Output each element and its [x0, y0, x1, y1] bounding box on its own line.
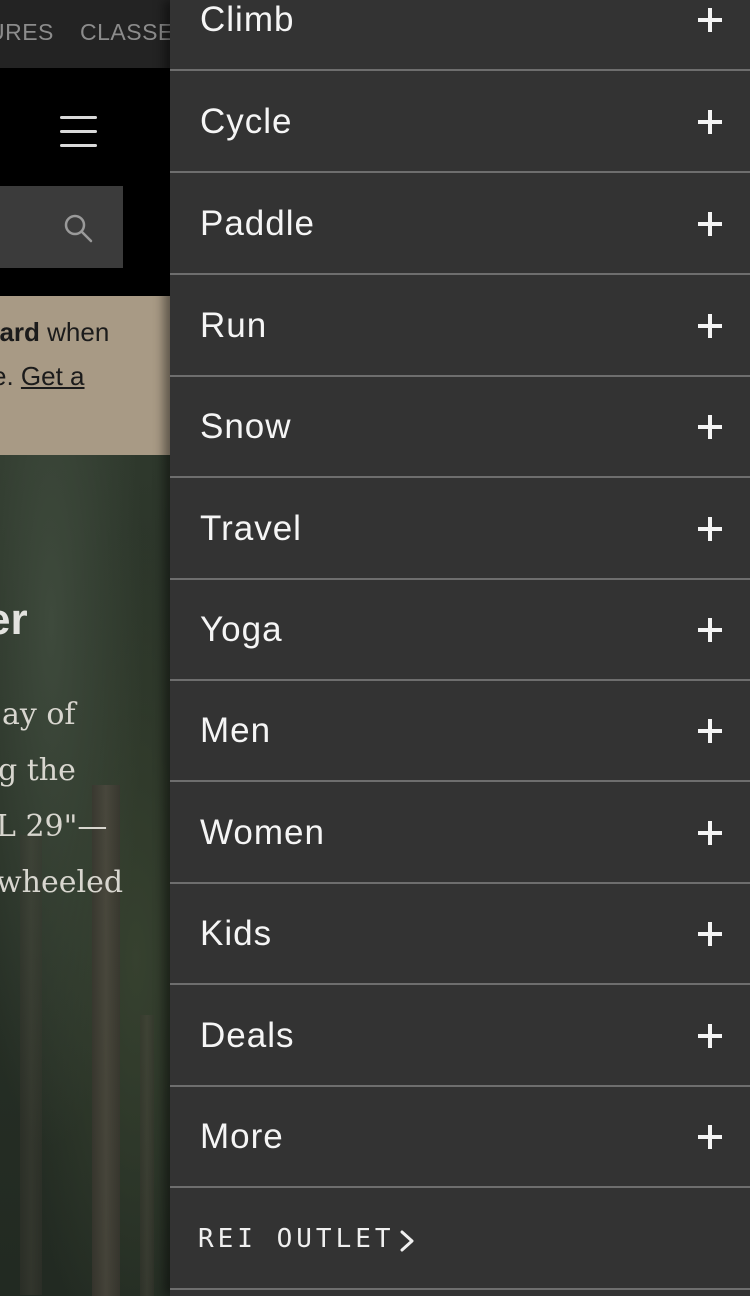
promo-text: when: [39, 317, 110, 347]
plus-icon[interactable]: [698, 718, 722, 743]
menu-item-label: Men: [200, 710, 272, 750]
menu-item-more[interactable]: More: [170, 1087, 750, 1188]
menu-item-label: Women: [200, 812, 325, 852]
promo-banner: card when e. Get a: [0, 296, 170, 455]
hero-text-line: wheeled: [0, 865, 124, 900]
menu-item-label: Snow: [200, 406, 292, 446]
menu-item-label: More: [200, 1116, 284, 1156]
rei-outlet-link[interactable]: REI OUTLET: [170, 1190, 750, 1290]
promo-bold-text: card: [0, 317, 40, 347]
hamburger-menu-icon[interactable]: [60, 116, 98, 150]
plus-icon[interactable]: [698, 109, 722, 134]
hero-image: er ay of g the L 29"— wheeled: [0, 455, 170, 1296]
plus-icon[interactable]: [698, 1023, 722, 1048]
plus-icon[interactable]: [698, 1124, 722, 1149]
plus-icon[interactable]: [698, 313, 722, 338]
background-page: URES CLASSES card when e. Get a er ay of…: [0, 0, 170, 1296]
menu-item-climb[interactable]: Climb: [170, 0, 750, 71]
plus-icon[interactable]: [698, 820, 722, 845]
top-nav-link-classes[interactable]: CLASSES: [80, 19, 170, 46]
hero-text-line: g the: [0, 753, 76, 788]
hero-text-line: L 29"—: [0, 809, 108, 844]
top-nav: URES CLASSES: [0, 0, 170, 68]
menu-item-paddle[interactable]: Paddle: [170, 174, 750, 275]
hero-text-line: ay of: [2, 697, 76, 732]
menu-item-women[interactable]: Women: [170, 783, 750, 884]
plus-icon[interactable]: [698, 211, 722, 236]
menu-item-yoga[interactable]: Yoga: [170, 580, 750, 681]
rei-outlet-label: REI OUTLET: [198, 1224, 395, 1254]
plus-icon[interactable]: [698, 414, 722, 439]
menu-item-label: Travel: [200, 508, 302, 548]
plus-icon[interactable]: [698, 7, 722, 32]
menu-item-label: Run: [200, 305, 268, 345]
plus-icon[interactable]: [698, 921, 722, 946]
menu-item-run[interactable]: Run: [170, 276, 750, 377]
plus-icon[interactable]: [698, 516, 722, 541]
promo-link[interactable]: Get a: [21, 361, 85, 391]
hero-title: er: [0, 595, 28, 644]
menu-item-men[interactable]: Men: [170, 681, 750, 782]
chevron-right-icon: [400, 1230, 414, 1252]
promo-text: e.: [0, 361, 14, 391]
hero-description: ay of g the L 29"— wheeled: [0, 687, 127, 911]
menu-item-label: Climb: [200, 0, 295, 39]
menu-item-cycle[interactable]: Cycle: [170, 72, 750, 173]
menu-item-snow[interactable]: Snow: [170, 377, 750, 478]
menu-item-travel[interactable]: Travel: [170, 479, 750, 580]
menu-item-kids[interactable]: Kids: [170, 884, 750, 985]
menu-item-label: Yoga: [200, 609, 283, 649]
menu-item-label: Cycle: [200, 101, 293, 141]
top-nav-link-adventures[interactable]: URES: [0, 19, 54, 46]
menu-item-deals[interactable]: Deals: [170, 986, 750, 1087]
menu-item-label: Kids: [200, 913, 273, 953]
menu-item-label: Deals: [200, 1015, 295, 1055]
navigation-drawer: Climb Cycle Paddle Run Snow Travel Yoga …: [170, 0, 750, 1296]
search-icon[interactable]: [62, 212, 94, 244]
menu-item-label: Paddle: [200, 203, 315, 243]
plus-icon[interactable]: [698, 617, 722, 642]
